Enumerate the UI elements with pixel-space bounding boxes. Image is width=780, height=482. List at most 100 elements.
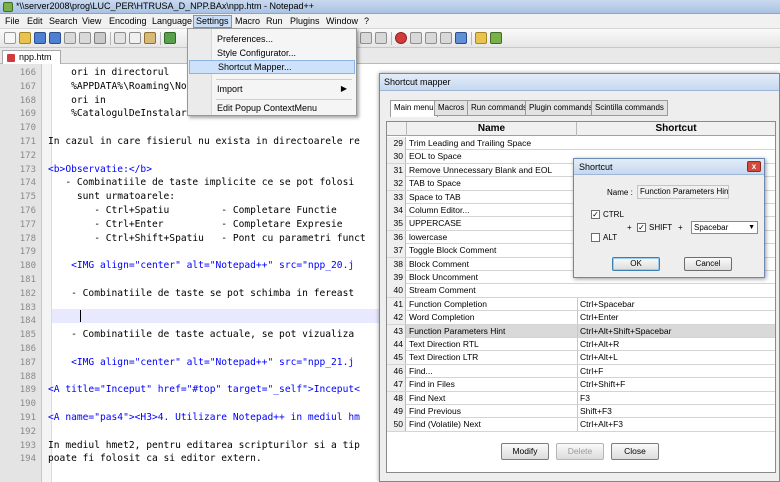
code-line[interactable]: - Ctrl+Spatiu - Completare Functie <box>48 204 337 218</box>
table-row[interactable]: 42 Word Completion Ctrl+Enter <box>387 311 775 325</box>
code-line[interactable]: <A title="Inceput" href="#top" target="_… <box>48 383 360 397</box>
command-name: Block Comment <box>409 258 469 269</box>
code-line[interactable]: - Combinatiile de taste implicite ce se … <box>48 176 354 190</box>
tab-scintilla-commands[interactable]: Scintilla commands <box>591 100 668 116</box>
table-row[interactable]: 43 Function Parameters Hint Ctrl+Alt+Shift… <box>387 324 775 338</box>
menu-view[interactable]: View <box>80 15 103 28</box>
line-number: 172 <box>19 150 36 161</box>
table-row[interactable]: 40 Stream Comment <box>387 284 775 298</box>
menu-file[interactable]: File <box>3 15 22 28</box>
plugin-icon[interactable] <box>475 32 487 44</box>
table-row[interactable]: 47 Find in Files Ctrl+Shift+F <box>387 378 775 392</box>
alt-checkbox[interactable] <box>591 233 600 242</box>
table-row[interactable]: 45 Text Direction LTR Ctrl+Alt+L <box>387 351 775 365</box>
code-line[interactable]: sunt urmatoarele: <box>48 190 175 204</box>
grid-header-shortcut[interactable]: Shortcut <box>577 122 775 136</box>
table-row[interactable]: 41 Function Completion Ctrl+Spacebar <box>387 297 775 312</box>
table-row[interactable]: 50 Find (Volatile) Next Ctrl+Alt+F3 <box>387 418 775 432</box>
sync-scroll-icon[interactable] <box>360 32 372 44</box>
cut-icon[interactable] <box>114 32 126 44</box>
line-number: 179 <box>19 247 36 258</box>
ctrl-checkbox[interactable]: ✓ <box>591 210 600 219</box>
menu-edit[interactable]: Edit <box>25 15 45 28</box>
code-line[interactable]: - Ctrl+Enter - Completare Expresie <box>48 218 342 232</box>
close-button[interactable]: Close <box>611 443 659 460</box>
dialog-close-icon[interactable]: x <box>747 161 761 172</box>
grid-header-name[interactable]: Name <box>407 122 577 136</box>
command-shortcut: Ctrl+Enter <box>577 311 775 325</box>
tab-npp-htm[interactable]: npp.htm <box>2 50 61 64</box>
menu-plugins[interactable]: Plugins <box>288 15 322 28</box>
table-row[interactable]: 29 Trim Leading and Trailing Space <box>387 137 775 151</box>
print-icon[interactable] <box>94 32 106 44</box>
menu-item-import[interactable]: Import ▶ <box>189 82 355 96</box>
stop-record-icon[interactable] <box>410 32 422 44</box>
command-shortcut: Ctrl+Alt+Shift+Spacebar <box>577 324 775 338</box>
table-row[interactable]: 46 Find... Ctrl+F <box>387 364 775 379</box>
code-line[interactable]: In mediul hmet2, pentru editarea scriptu… <box>48 439 360 453</box>
code-line[interactable]: ori in <box>48 94 106 108</box>
code-line[interactable]: ori in directorul <box>48 66 169 80</box>
menu-search[interactable]: Search <box>47 15 80 28</box>
code-line[interactable]: <IMG align="center" alt="Notepad++" src=… <box>48 259 354 273</box>
close-all-icon[interactable] <box>79 32 91 44</box>
menu-item-preferences[interactable]: Preferences... <box>189 32 355 46</box>
open-file-icon[interactable] <box>19 32 31 44</box>
line-number: 189 <box>19 385 36 396</box>
modify-button[interactable]: Modify <box>501 443 549 460</box>
key-select[interactable]: Spacebar ▼ <box>691 221 758 234</box>
menu-encoding[interactable]: Encoding <box>107 15 149 28</box>
word-wrap-icon[interactable] <box>375 32 387 44</box>
tab-macros[interactable]: Macros <box>434 100 469 116</box>
paste-icon[interactable] <box>144 32 156 44</box>
tab-plugin-commands[interactable]: Plugin commands <box>525 100 597 116</box>
play-macro-icon[interactable] <box>425 32 437 44</box>
menu-help[interactable]: ? <box>362 15 371 28</box>
code-line[interactable]: %CatalogulDeInstalare <box>48 107 192 121</box>
delete-button[interactable]: Delete <box>556 443 604 460</box>
menu-item-edit-popup-contextmenu[interactable]: Edit Popup ContextMenu <box>189 101 355 115</box>
undo-icon[interactable] <box>164 32 176 44</box>
cancel-button[interactable]: Cancel <box>684 257 732 271</box>
plugin-icon[interactable] <box>490 32 502 44</box>
menu-item-shortcut-mapper[interactable]: Shortcut Mapper... <box>189 60 355 74</box>
copy-icon[interactable] <box>129 32 141 44</box>
save-all-icon[interactable] <box>49 32 61 44</box>
play-multiple-icon[interactable] <box>440 32 452 44</box>
record-macro-icon[interactable] <box>395 32 407 44</box>
command-name: Text Direction RTL <box>409 339 479 349</box>
save-macro-icon[interactable] <box>455 32 467 44</box>
menu-run[interactable]: Run <box>264 15 285 28</box>
menu-macro[interactable]: Macro <box>233 15 262 28</box>
code-line[interactable]: - Ctrl+Shift+Spatiu - Pont cu parametri … <box>48 232 365 246</box>
tab-bar: npp.htm <box>0 48 780 64</box>
close-file-icon[interactable] <box>64 32 76 44</box>
code-line[interactable]: %APPDATA%\Roaming\Not <box>48 80 192 94</box>
notepadpp-app-icon <box>3 2 13 12</box>
code-line[interactable]: - Combinatiile de taste actuale, se pot … <box>48 328 354 342</box>
command-name: Find in Files <box>409 379 455 390</box>
code-line[interactable]: In cazul in care fisierul nu exista in d… <box>48 135 360 149</box>
code-line[interactable]: <A name="pas4"><H3>4. Utilizare Notepad+… <box>48 411 360 425</box>
save-icon[interactable] <box>34 32 46 44</box>
menu-language[interactable]: Language <box>150 15 194 28</box>
code-line[interactable]: <IMG align="center" alt="Notepad++" src=… <box>48 356 354 370</box>
shortcut-dialog-titlebar[interactable]: Shortcut x <box>574 159 764 175</box>
table-row[interactable]: 44 Text Direction RTL Ctrl+Alt+R <box>387 338 775 352</box>
code-line[interactable]: <b>Observatie:</b> <box>48 163 152 177</box>
menu-window[interactable]: Window <box>324 15 360 28</box>
code-line[interactable]: poate fi folosit ca si editor extern. <box>48 452 262 466</box>
plus-sign: + <box>627 223 632 232</box>
table-row[interactable]: 48 Find Next F3 <box>387 391 775 405</box>
ok-button[interactable]: OK <box>612 257 660 271</box>
shortcut-mapper-titlebar[interactable]: Shortcut mapper <box>380 74 779 91</box>
tab-run-commands[interactable]: Run commands <box>467 100 532 116</box>
menu-settings[interactable]: Settings <box>193 15 232 28</box>
command-shortcut: Shift+F3 <box>577 405 775 418</box>
tab-main-menu[interactable]: Main menu <box>390 100 438 117</box>
shift-checkbox[interactable]: ✓ <box>637 223 646 232</box>
new-file-icon[interactable] <box>4 32 16 44</box>
code-line[interactable]: - Combinatiile de taste se pot schimba i… <box>48 287 354 301</box>
table-row[interactable]: 49 Find Previous Shift+F3 <box>387 405 775 419</box>
menu-item-style-configurator[interactable]: Style Configurator... <box>189 46 355 60</box>
